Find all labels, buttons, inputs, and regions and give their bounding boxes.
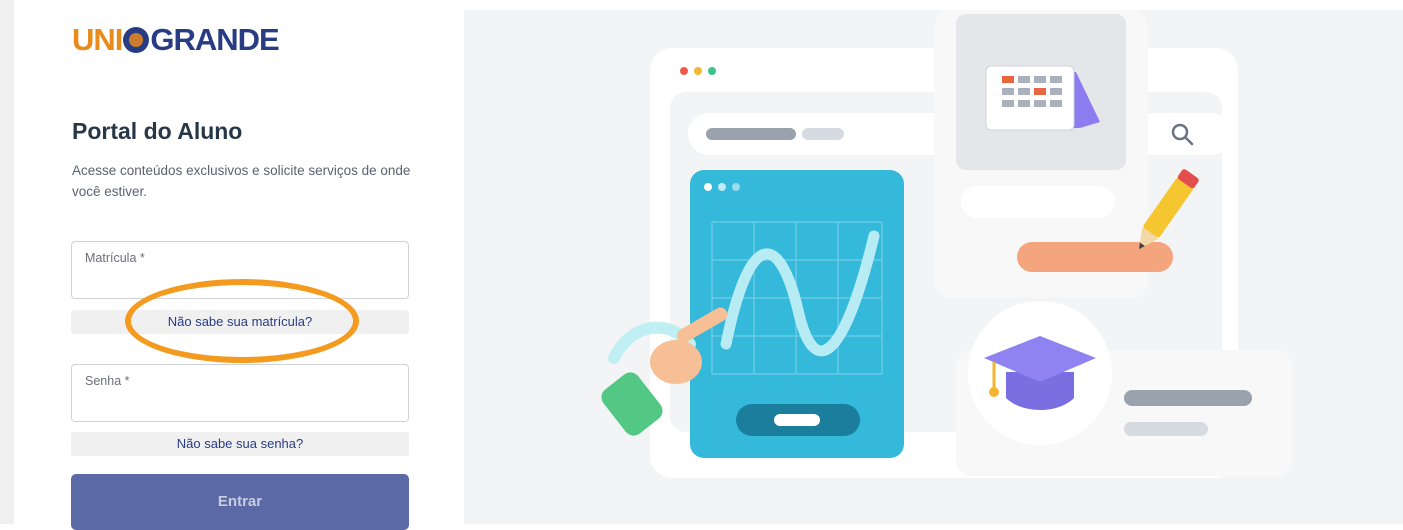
page-subtitle: Acesse conteúdos exclusivos e solicite s… <box>72 163 411 199</box>
education-illustration <box>601 10 1292 478</box>
login-panel: UNI GRANDE Portal do Aluno Acesse conteúd… <box>14 0 464 530</box>
unigrande-logo[interactable]: UNI GRANDE <box>72 20 280 60</box>
forgot-senha-link[interactable]: Não sabe sua senha? <box>71 432 409 456</box>
senha-input[interactable] <box>84 393 398 417</box>
progress-bar-decoration <box>1017 242 1173 272</box>
matricula-label: Matrícula * <box>85 251 145 265</box>
seal-icon <box>123 27 150 53</box>
senha-label: Senha * <box>85 374 130 388</box>
logo-text-grande: GRANDE <box>150 22 279 57</box>
logo-text-uni: UNI <box>72 22 123 57</box>
page-title: Portal do Aluno <box>72 118 243 144</box>
senha-field[interactable]: Senha * <box>71 364 409 422</box>
highlight-ring-annotation <box>125 279 359 363</box>
entrar-button[interactable]: Entrar <box>71 474 409 530</box>
left-edge-strip <box>0 0 14 524</box>
